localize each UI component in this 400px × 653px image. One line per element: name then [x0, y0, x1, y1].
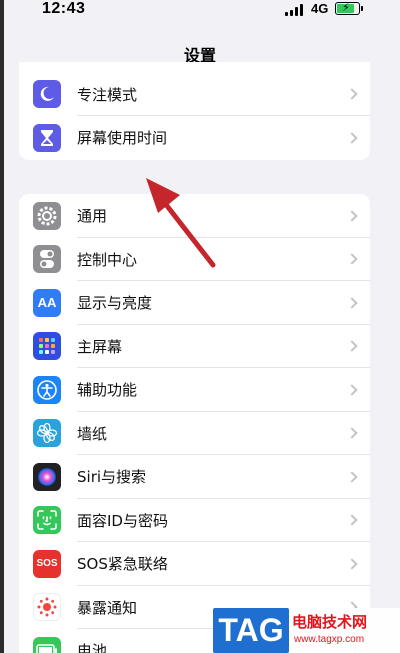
- settings-item-accessibility[interactable]: 辅助功能: [19, 368, 370, 412]
- watermark-text-box: 电脑技术网 www.tagxp.com: [289, 608, 400, 653]
- settings-item-label: 屏幕使用时间: [77, 129, 168, 148]
- chevron-right-icon: [346, 427, 358, 439]
- status-time: 12:43: [42, 0, 86, 17]
- battery-cap: [361, 6, 363, 11]
- chevron-right-icon: [346, 132, 358, 144]
- settings-item-screen-time[interactable]: 屏幕使用时间: [19, 116, 370, 160]
- chevron-right-icon: [346, 253, 358, 265]
- chevron-right-icon: [346, 340, 358, 352]
- settings-item-label: 电池: [77, 642, 108, 653]
- gear-icon: [33, 201, 61, 230]
- settings-item-focus[interactable]: 专注模式: [19, 62, 370, 116]
- chevron-right-icon: [346, 297, 358, 309]
- chevron-right-icon: [346, 558, 358, 570]
- settings-item-label: 控制中心: [77, 250, 138, 269]
- status-bar: 12:43 4G ⚡: [4, 0, 400, 22]
- settings-group-focus: 专注模式 屏幕使用时间: [19, 62, 370, 160]
- settings-item-label: Siri与搜索: [77, 468, 147, 487]
- home-grid-icon: [33, 332, 61, 361]
- settings-item-label: 墙纸: [77, 424, 108, 443]
- settings-item-home-screen[interactable]: 主屏幕: [19, 325, 370, 368]
- settings-item-control-center[interactable]: 控制中心: [19, 238, 370, 281]
- battery-icon: ⚡: [335, 1, 360, 15]
- watermark-logo: TAG: [213, 608, 289, 653]
- sos-icon: SOS: [33, 549, 61, 578]
- moon-icon: [33, 80, 61, 108]
- settings-item-siri[interactable]: Siri与搜索: [19, 455, 370, 499]
- watermark: TAG 电脑技术网 www.tagxp.com: [213, 608, 400, 653]
- left-edge: [0, 0, 4, 653]
- text-size-icon: AA: [33, 288, 61, 317]
- chevron-right-icon: [346, 514, 358, 526]
- settings-group-general: 通用 控制中心 AA 显示与亮度 主屏幕 辅助功能 墙纸 Siri与搜索 面容I…: [19, 194, 370, 653]
- chevron-right-icon: [346, 88, 358, 100]
- flower-icon: [33, 419, 61, 448]
- settings-item-label: 显示与亮度: [77, 294, 153, 313]
- settings-item-label: 通用: [77, 207, 108, 226]
- accessibility-icon: [33, 375, 61, 404]
- settings-item-label: 主屏幕: [77, 337, 123, 356]
- settings-item-label: 辅助功能: [77, 381, 138, 400]
- settings-item-label: 暴露通知: [77, 598, 138, 617]
- toggle-icon: [33, 245, 61, 274]
- settings-item-label: SOS紧急联络: [77, 555, 168, 574]
- settings-item-sos[interactable]: SOS SOS紧急联络: [19, 542, 370, 586]
- settings-item-wallpaper[interactable]: 墙纸: [19, 412, 370, 455]
- settings-item-general[interactable]: 通用: [19, 194, 370, 238]
- hourglass-icon: [33, 123, 61, 152]
- settings-screen: 12:43 4G ⚡ 设置 专注模式 屏幕使用时间 通用 控制中心 AA 显示与…: [0, 0, 400, 653]
- watermark-url: www.tagxp.com: [294, 634, 365, 645]
- chevron-right-icon: [346, 471, 358, 483]
- face-id-icon: [33, 506, 61, 535]
- settings-item-label: 专注模式: [77, 85, 138, 104]
- chevron-right-icon: [346, 384, 358, 396]
- signal-icon: [285, 4, 305, 16]
- watermark-site-name: 电脑技术网: [292, 613, 368, 631]
- settings-item-label: 面容ID与密码: [77, 511, 168, 530]
- siri-icon: [33, 462, 61, 491]
- settings-item-display[interactable]: AA 显示与亮度: [19, 281, 370, 325]
- settings-item-face-id[interactable]: 面容ID与密码: [19, 499, 370, 542]
- network-type: 4G: [311, 1, 329, 16]
- chevron-right-icon: [346, 210, 358, 222]
- battery-setting-icon: [33, 636, 61, 653]
- exposure-icon: [33, 593, 61, 622]
